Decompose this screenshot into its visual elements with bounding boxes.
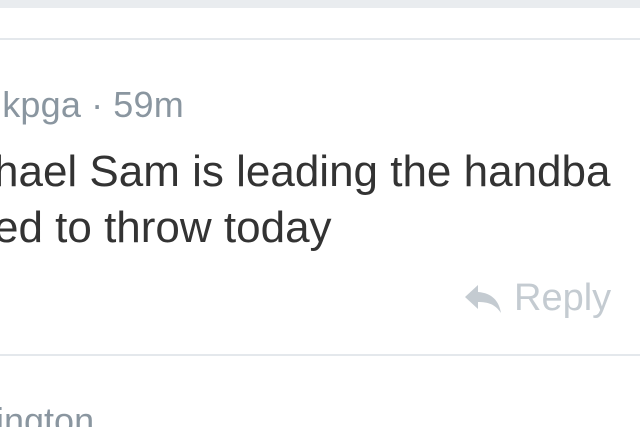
reply-label: Reply <box>514 277 612 319</box>
comment-line: ed to throw today <box>0 203 332 252</box>
comment-username[interactable]: ington <box>0 400 94 427</box>
comment-timestamp[interactable]: 59m <box>113 84 184 125</box>
reply-button[interactable]: Reply <box>462 277 611 320</box>
reply-arrow-icon <box>465 284 501 313</box>
comment-meta: lkpga · 59m <box>0 84 184 126</box>
meta-separator: · <box>91 84 104 125</box>
comment-body: hael Sam is leading the handba ed to thr… <box>0 144 640 256</box>
comment-line: hael Sam is leading the handba <box>0 147 611 196</box>
comment-username[interactable]: lkpga <box>0 84 81 125</box>
comment-item: ington <box>0 356 640 427</box>
previous-item-edge <box>0 0 640 8</box>
comment-item: lkpga · 59m hael Sam is leading the handba… <box>0 40 640 354</box>
comment-feed: lkpga · 59m hael Sam is leading the handba… <box>0 0 640 427</box>
